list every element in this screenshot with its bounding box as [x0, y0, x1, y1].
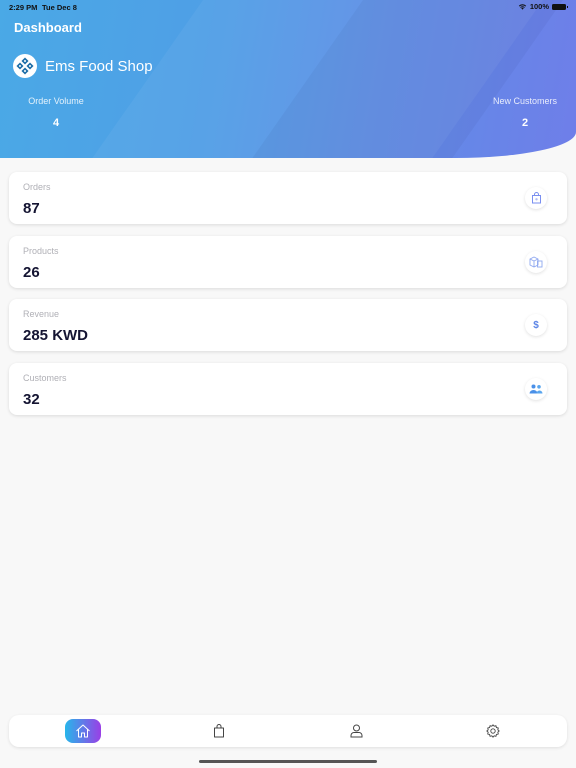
card-label: Orders	[23, 182, 51, 192]
status-time: 2:29 PM	[9, 3, 38, 12]
users-icon	[525, 378, 547, 400]
tab-settings[interactable]	[475, 719, 511, 743]
stat-value: 2	[521, 117, 529, 129]
status-date: Tue Dec 8	[42, 3, 77, 12]
card-products[interactable]: Products 26	[9, 236, 567, 288]
card-customers[interactable]: Customers 32	[9, 363, 567, 415]
stat-order-volume: Order Volume 4	[22, 96, 90, 129]
card-label: Products	[23, 246, 59, 256]
card-label: Revenue	[23, 309, 60, 319]
battery-percent: 100%	[529, 2, 549, 11]
shopping-bag-icon	[214, 724, 224, 738]
header-banner: 2:29 PM Tue Dec 8 100% Dashboard Ems Foo…	[0, 0, 576, 158]
stat-label: Order Volume	[28, 96, 84, 106]
tab-home[interactable]	[65, 719, 101, 743]
home-indicator[interactable]	[199, 760, 377, 763]
stat-value: 4	[52, 117, 60, 129]
card-value: 87	[23, 200, 40, 217]
gear-icon	[486, 724, 500, 738]
shop-name: Ems Food Shop	[45, 57, 153, 75]
stat-label: New Customers	[492, 96, 557, 106]
bottom-tab-bar	[9, 715, 567, 747]
wifi-icon	[518, 4, 526, 10]
tab-orders[interactable]	[201, 719, 237, 743]
home-icon	[76, 724, 90, 738]
user-icon	[350, 724, 362, 738]
status-indicators: 100%	[518, 2, 568, 11]
stat-new-customers: New Customers 2	[490, 96, 560, 129]
card-value: 32	[23, 391, 40, 408]
battery-icon	[552, 3, 568, 10]
card-label: Customers	[23, 373, 67, 383]
shopping-bag-icon	[525, 187, 547, 209]
card-value: 26	[23, 264, 40, 281]
dollar-icon: $	[525, 314, 547, 336]
status-bar: 2:29 PM Tue Dec 8 100%	[0, 2, 576, 14]
shop-logo-icon	[13, 54, 37, 78]
tab-profile[interactable]	[338, 719, 374, 743]
shop-info: Ems Food Shop	[13, 54, 153, 78]
boxes-icon	[525, 251, 547, 273]
card-value: 285 KWD	[23, 327, 89, 344]
page-title: Dashboard	[14, 20, 82, 35]
card-orders[interactable]: Orders 87	[9, 172, 567, 224]
card-revenue[interactable]: Revenue 285 KWD $	[9, 299, 567, 351]
